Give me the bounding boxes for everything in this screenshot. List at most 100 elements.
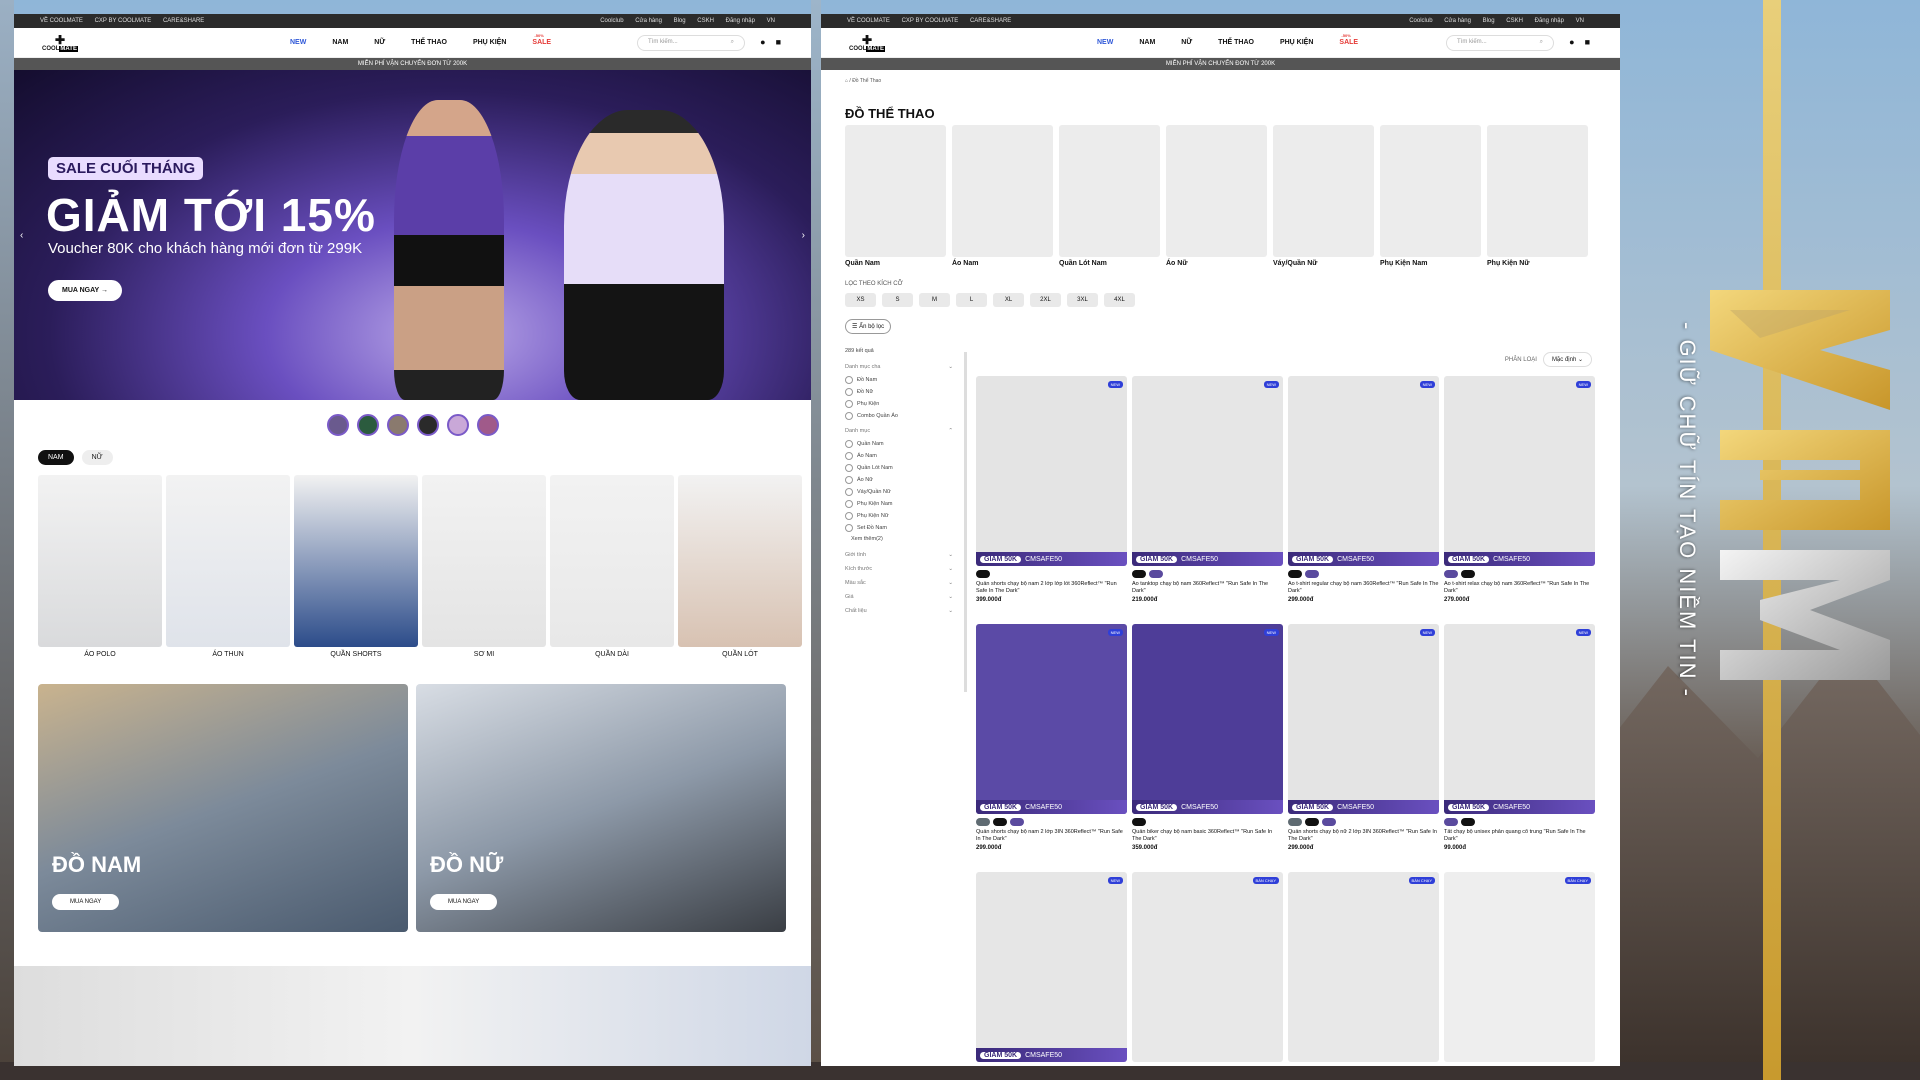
size-option[interactable]: 3XL — [1067, 293, 1098, 307]
category-card[interactable]: QUẦN SHORTS — [294, 475, 418, 658]
subcategory-card[interactable]: Áo Nam — [952, 125, 1053, 267]
product-card[interactable]: NEW GIẢM 50K CMSAFE50 Áo tanktop chạy bộ na… — [1132, 376, 1283, 618]
topbar-link[interactable]: VỀ COOLMATE — [40, 18, 83, 24]
nav-item-nu[interactable]: NỮ — [1181, 39, 1192, 46]
subcategory-card[interactable]: Quần Nam — [845, 125, 946, 267]
filter-group-header[interactable]: Chất liệu ⌄ — [845, 608, 953, 614]
filter-group-header[interactable]: Kích thước ⌄ — [845, 566, 953, 572]
subcategory-card[interactable]: Áo Nữ — [1166, 125, 1267, 267]
banner-cta-button[interactable]: MUA NGAY — [52, 894, 120, 910]
filter-option[interactable]: Combo Quần Áo — [845, 412, 953, 420]
product-card[interactable]: NEW GIẢM 50K CMSAFE50 Quần biker chạy bộ na… — [1132, 624, 1283, 866]
product-image[interactable]: NEW GIẢM 50K CMSAFE50 — [976, 872, 1127, 1062]
nav-item-the-thao[interactable]: THỂ THAO — [411, 39, 447, 46]
nav-item-phu-kien[interactable]: PHỤ KIỆN — [473, 39, 506, 46]
topbar-link[interactable]: Blog — [1483, 18, 1495, 24]
site-logo[interactable]: ✚ COOLMATE — [847, 30, 887, 56]
nav-item-nam[interactable]: NAM — [1139, 39, 1155, 46]
topbar-link[interactable]: CXP BY COOLMATE — [95, 18, 152, 24]
user-icon[interactable]: ● — [760, 37, 765, 47]
nav-item-nam[interactable]: NAM — [332, 39, 348, 46]
thumbnail[interactable] — [476, 414, 499, 436]
breadcrumb[interactable]: ⌂ / Đồ Thể Thao — [845, 78, 1620, 84]
color-swatch[interactable] — [1444, 818, 1458, 826]
tab-nu[interactable]: NỮ — [81, 450, 113, 465]
filter-group-header[interactable]: Danh mục cha ⌄ — [845, 364, 953, 370]
product-card[interactable]: NEW GIẢM 50K CMSAFE50 Áo t-shirt regular ch… — [1288, 376, 1439, 618]
subcategory-card[interactable]: Phụ Kiện Nữ — [1487, 125, 1588, 267]
search-input[interactable]: Tìm kiếm... ⌕ — [637, 35, 745, 51]
topbar-link[interactable]: CXP BY COOLMATE — [902, 18, 959, 24]
filter-option[interactable]: Đồ Nữ — [845, 388, 953, 396]
filter-option[interactable]: Quần Lót Nam — [845, 464, 953, 472]
cart-icon[interactable]: ■ — [1585, 37, 1590, 47]
product-image[interactable]: NEW GIẢM 50K CMSAFE50 — [1288, 376, 1439, 566]
product-card[interactable]: NEW GIẢM 50K CMSAFE50 Tất chạy bộ unisex ph… — [1444, 624, 1595, 866]
category-card[interactable]: ÁO POLO — [38, 475, 162, 658]
nav-item-sale[interactable]: SALE — [1339, 33, 1358, 46]
product-image[interactable]: BÁN CHẠY — [1444, 872, 1595, 1062]
color-swatch[interactable] — [1149, 570, 1163, 578]
topbar-link[interactable]: Đăng nhập — [1535, 18, 1564, 24]
color-swatch[interactable] — [1305, 570, 1319, 578]
subcategory-card[interactable]: Váy/Quần Nữ — [1273, 125, 1374, 267]
search-input[interactable]: Tìm kiếm... ⌕ — [1446, 35, 1554, 51]
filter-option[interactable]: Set Đồ Nam — [845, 524, 953, 532]
product-name[interactable]: Áo tanktop chạy bộ nam 360Reflect™ "Run … — [1132, 581, 1283, 595]
topbar-link[interactable]: CARE&SHARE — [163, 18, 204, 24]
color-swatch[interactable] — [1132, 570, 1146, 578]
color-swatch[interactable] — [1010, 818, 1024, 826]
size-option[interactable]: S — [882, 293, 913, 307]
color-swatch[interactable] — [1461, 570, 1475, 578]
see-more-link[interactable]: Xem thêm(2) — [851, 536, 953, 542]
color-swatch[interactable] — [976, 818, 990, 826]
filter-option[interactable]: Phụ Kiện — [845, 400, 953, 408]
hero-cta-button[interactable]: MUA NGAY → — [48, 280, 123, 301]
product-image[interactable]: BÁN CHẠY — [1132, 872, 1283, 1062]
filter-option[interactable]: Phụ Kiện Nữ — [845, 512, 953, 520]
product-name[interactable]: Quần shorts chạy bộ nam 2 lớp lớp lót 36… — [976, 581, 1127, 595]
product-card[interactable]: BÁN CHẠY — [1288, 872, 1439, 1066]
filter-option[interactable]: Váy/Quần Nữ — [845, 488, 953, 496]
color-swatch[interactable] — [993, 818, 1007, 826]
size-option[interactable]: 2XL — [1030, 293, 1061, 307]
banner-cta-button[interactable]: MUA NGAY — [430, 894, 498, 910]
filter-option[interactable]: Áo Nữ — [845, 476, 953, 484]
topbar-link[interactable]: CARE&SHARE — [970, 18, 1011, 24]
topbar-link[interactable]: CSKH — [697, 18, 714, 24]
topbar-link[interactable]: CSKH — [1506, 18, 1523, 24]
product-name[interactable]: Áo t-shirt regular chạy bộ nam 360Reflec… — [1288, 581, 1439, 595]
topbar-link[interactable]: VỀ COOLMATE — [847, 18, 890, 24]
product-card[interactable]: BÁN CHẠY — [1444, 872, 1595, 1066]
site-logo[interactable]: ✚ COOLMATE — [40, 30, 80, 56]
topbar-link[interactable]: Coolclub — [600, 18, 623, 24]
size-option[interactable]: M — [919, 293, 950, 307]
product-image[interactable]: NEW GIẢM 50K CMSAFE50 — [976, 624, 1127, 814]
sidebar-scrollbar[interactable] — [964, 352, 967, 692]
nav-item-phu-kien[interactable]: PHỤ KIỆN — [1280, 39, 1313, 46]
product-image[interactable]: NEW GIẢM 50K CMSAFE50 — [1132, 624, 1283, 814]
color-swatch[interactable] — [1288, 818, 1302, 826]
nav-item-new[interactable]: NEW — [1097, 39, 1113, 46]
product-image[interactable]: NEW GIẢM 50K CMSAFE50 — [1444, 624, 1595, 814]
nav-item-nu[interactable]: NỮ — [374, 39, 385, 46]
thumbnail[interactable] — [386, 414, 409, 436]
subcategory-card[interactable]: Quần Lót Nam — [1059, 125, 1160, 267]
product-name[interactable]: Tất chạy bộ unisex phản quang cổ trung "… — [1444, 829, 1595, 843]
cart-icon[interactable]: ■ — [776, 37, 781, 47]
sort-select[interactable]: Mặc định ⌄ — [1542, 352, 1592, 367]
product-name[interactable]: Quần shorts chạy bộ nữ 2 lớp 3IN 360Refl… — [1288, 829, 1439, 843]
filter-option[interactable]: Áo Nam — [845, 452, 953, 460]
banner-women[interactable]: ĐỒ NỮ MUA NGAY — [416, 684, 786, 932]
topbar-link[interactable]: Đăng nhập — [726, 18, 755, 24]
category-card[interactable]: QUẦN DÀI — [550, 475, 674, 658]
user-icon[interactable]: ● — [1569, 37, 1574, 47]
size-option[interactable]: L — [956, 293, 987, 307]
product-name[interactable]: Áo t-shirt relax chạy bộ nam 360Reflect™… — [1444, 581, 1595, 595]
filter-group-header[interactable]: Giá ⌄ — [845, 594, 953, 600]
color-swatch[interactable] — [1322, 818, 1336, 826]
tab-nam[interactable]: NAM — [38, 450, 74, 465]
product-image[interactable]: NEW GIẢM 50K CMSAFE50 — [976, 376, 1127, 566]
filter-option[interactable]: Đồ Nam — [845, 376, 953, 384]
color-swatch[interactable] — [1288, 570, 1302, 578]
